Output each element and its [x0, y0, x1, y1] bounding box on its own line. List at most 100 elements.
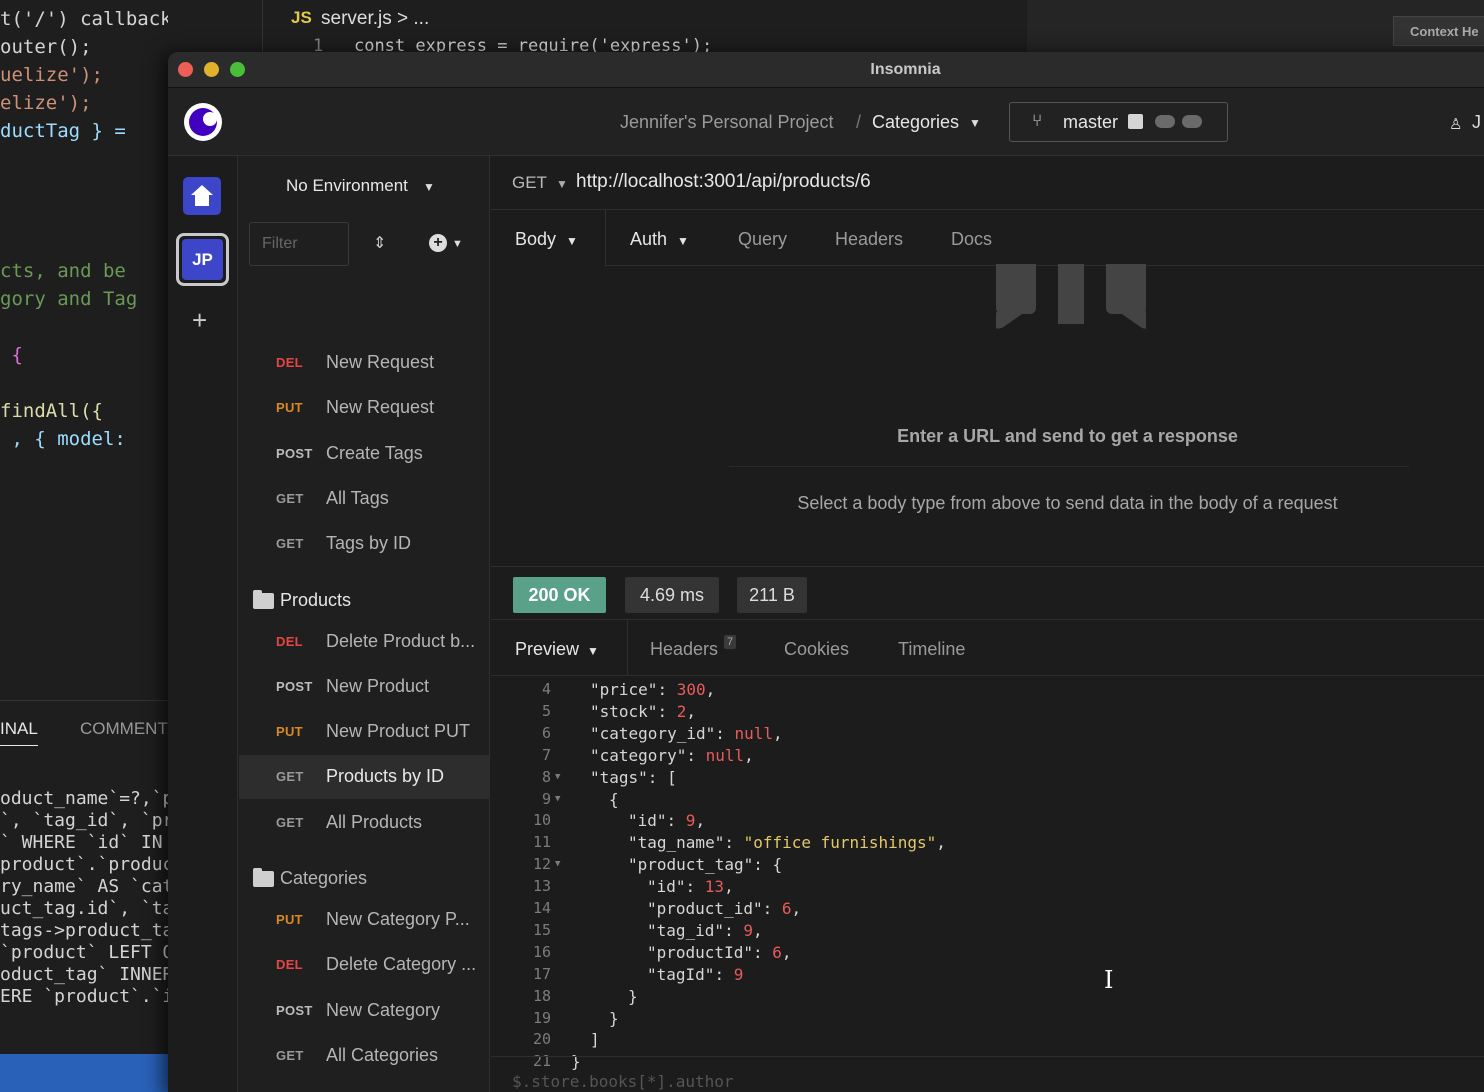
request-name: New Request [326, 352, 435, 372]
request-item[interactable]: GET Products by ID [239, 755, 489, 800]
chevron-down-icon[interactable]: ▼ [677, 234, 689, 248]
cube-icon [1128, 114, 1143, 129]
code-token: 300 [676, 680, 706, 699]
response-body-viewer[interactable]: 4 "price": 300, 5 "stock": 2, 6 "category_id"… [491, 676, 1484, 1092]
folder-icon [253, 868, 274, 887]
home-icon-body [195, 195, 209, 206]
tab-cookies[interactable]: Cookies [784, 639, 849, 660]
request-name: All Products [326, 811, 423, 832]
request-sidebar: No Environment ▼ ⇕ + ▼ DELNew RequestPUT… [239, 156, 490, 1092]
tab-comments[interactable]: COMMENT [80, 719, 168, 739]
method-selector[interactable]: GET [512, 173, 547, 193]
request-item[interactable]: PUT New Category P... [239, 898, 489, 942]
request-item[interactable]: DEL New Request [239, 341, 489, 385]
tab-body[interactable]: Body [515, 229, 556, 250]
tab-query[interactable]: Query [738, 229, 787, 250]
request-name: Delete Product b... [326, 630, 476, 651]
terminal-line: ERE `product`.`i [0, 986, 168, 1007]
tab-headers[interactable]: Headers [835, 229, 903, 250]
request-item[interactable]: GET All Tags [239, 477, 489, 521]
folder-categories[interactable]: Categories [239, 857, 489, 901]
code-line: "category_id": null, [590, 724, 783, 743]
request-item[interactable]: POST Create Tags [239, 432, 489, 476]
code-token: } [609, 1008, 619, 1028]
window-title: Insomnia [870, 61, 941, 78]
branch-button[interactable]: ⑂ master [1009, 102, 1228, 142]
chevron-down-icon[interactable]: ▼ [556, 177, 568, 191]
cloud-upload-icon[interactable] [1182, 115, 1202, 128]
response-tabs: Preview ▼ Headers 7 Cookies Timeline [491, 620, 1484, 676]
fold-toggle-icon[interactable]: ▼ [555, 859, 560, 869]
tab-terminal[interactable]: INAL [0, 719, 38, 746]
tab-docs[interactable]: Docs [951, 229, 992, 250]
code-token: , [744, 745, 754, 765]
user-icon[interactable]: ♙ [1449, 115, 1462, 133]
code-line: "id": 9, [628, 811, 705, 830]
request-item[interactable]: POST New Product [239, 665, 489, 709]
line-number: 19 [532, 1008, 551, 1027]
code-line: findAll({ [0, 400, 103, 422]
terminal-line: oduct_tag` INNER [0, 964, 168, 985]
terminal-line: uct_tag.id`, `ta [0, 898, 168, 919]
workspace-avatar-button[interactable]: JP [176, 233, 229, 286]
chevron-down-icon[interactable]: ▼ [566, 234, 578, 248]
workspace-initials: JP [182, 239, 223, 280]
add-circle-icon[interactable]: + [429, 234, 447, 252]
request-item[interactable]: GET Tags by ID [239, 522, 489, 566]
line-number: 20 [532, 1030, 551, 1049]
request-item[interactable]: PUT New Request [239, 386, 489, 430]
home-button[interactable] [183, 177, 221, 215]
request-item[interactable]: PUT New Product PUT [239, 710, 489, 754]
code-token: } [628, 986, 638, 1006]
tab-response-headers[interactable]: Headers [650, 639, 718, 660]
environment-selector[interactable]: No Environment [286, 176, 408, 196]
request-item[interactable]: GETCategories by ID [239, 1079, 489, 1092]
request-item[interactable]: DEL Delete Category ... [239, 943, 489, 987]
breadcrumb-project[interactable]: Jennifer's Personal Project [620, 112, 834, 133]
tab-preview[interactable]: Preview [515, 639, 579, 660]
add-workspace-icon[interactable]: + [192, 305, 207, 336]
code-token: : { [753, 855, 783, 875]
code-token: : [657, 680, 677, 699]
folder-products[interactable]: Products [239, 579, 489, 623]
fold-toggle-icon[interactable]: ▼ [555, 772, 560, 782]
request-item[interactable]: POST New Category [239, 989, 489, 1033]
tab-timeline[interactable]: Timeline [898, 639, 965, 660]
panel-tabs: INAL COMMENT [0, 700, 168, 756]
tab-auth[interactable]: Auth [630, 229, 667, 250]
terminal-line: ` WHERE `id` IN [0, 832, 163, 853]
code-token: , [773, 723, 783, 743]
code-token: "category_id" [590, 723, 716, 743]
breadcrumb-current[interactable]: Categories [872, 112, 959, 133]
code-token: : [666, 811, 686, 831]
method-badge: PUT [276, 724, 303, 740]
request-item[interactable]: GET All Products [239, 801, 489, 845]
code-token: , [791, 899, 802, 918]
chevron-down-icon[interactable]: ▼ [587, 644, 599, 658]
chevron-down-icon[interactable]: ▼ [452, 238, 463, 250]
sort-icon[interactable]: ⇕ [373, 233, 386, 253]
code-token: : [752, 942, 773, 962]
request-item[interactable]: GET All Categories [239, 1034, 489, 1078]
code-token: , [695, 811, 706, 831]
url-input[interactable]: http://localhost:3001/api/products/6 [576, 171, 871, 193]
response-size-badge: 211 B [737, 577, 807, 613]
chevron-down-icon[interactable]: ▼ [969, 116, 981, 130]
fold-toggle-icon[interactable]: ▼ [555, 794, 560, 804]
chevron-down-icon[interactable]: ▼ [423, 180, 435, 194]
cloud-download-icon[interactable] [1155, 115, 1175, 128]
terminal-line: product`.`produc [0, 854, 168, 875]
tab-server-js[interactable]: server.js > ... [321, 8, 429, 30]
request-item[interactable]: DEL Delete Product b... [239, 620, 489, 664]
code-token: 9 [685, 811, 696, 831]
jsonpath-input[interactable] [512, 1070, 1212, 1092]
request-name: Delete Category ... [326, 954, 477, 975]
code-token: : [762, 899, 782, 918]
insomnia-logo-icon[interactable] [184, 103, 222, 141]
context-help-button[interactable]: Context He [1393, 16, 1484, 46]
request-name: New Product PUT [326, 721, 471, 742]
filter-input[interactable] [249, 222, 349, 266]
request-name: Products by ID [326, 766, 445, 787]
request-pane: GET ▼ http://localhost:3001/api/products… [491, 156, 1484, 1092]
title-bar: Insomnia [168, 52, 1484, 88]
